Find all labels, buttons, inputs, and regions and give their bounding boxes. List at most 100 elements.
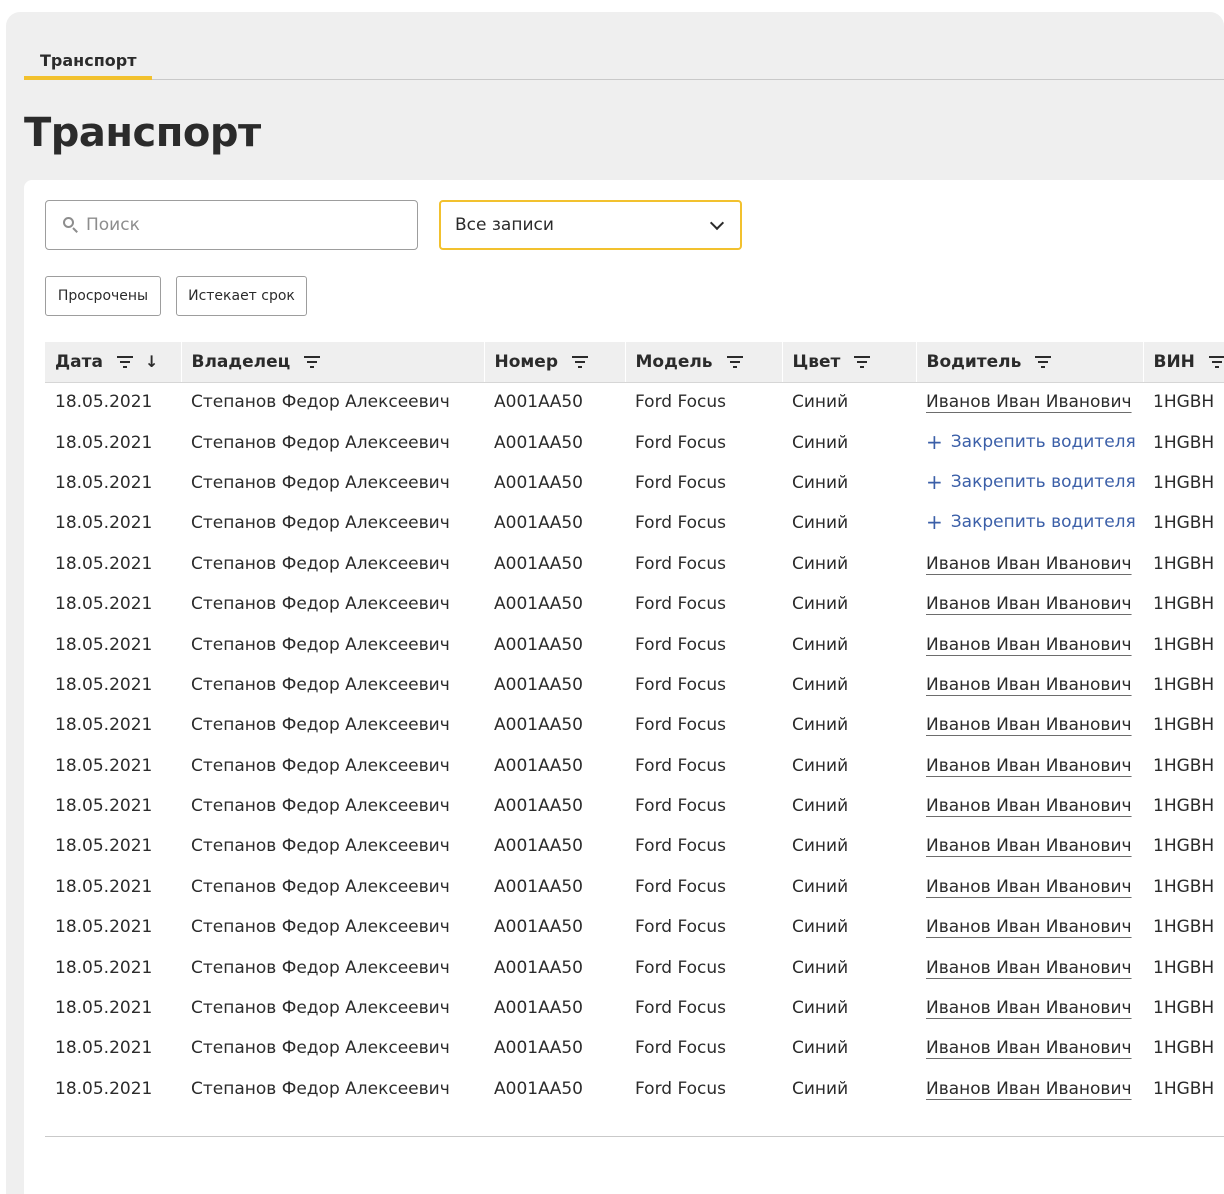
filter-icon[interactable] [1208, 355, 1224, 368]
cell-vin: 1HGBH [1153, 392, 1215, 413]
page-title: Транспорт [24, 110, 261, 156]
cell-number: А001АА50 [494, 1038, 583, 1059]
table-row[interactable]: 18.05.2021 Степанов Федор Алексеевич А001А… [45, 544, 1224, 584]
driver-link[interactable]: Иванов Иван Иванович [926, 1079, 1132, 1099]
table-row[interactable]: 18.05.2021 Степанов Федор Алексеевич А001А… [45, 624, 1224, 664]
assign-driver-link[interactable]: + Закрепить водителя [926, 512, 1136, 532]
column-header-vin[interactable]: ВИН [1142, 342, 1224, 383]
table-row[interactable]: 18.05.2021 Степанов Федор Алексеевич А001А… [45, 746, 1224, 786]
plus-icon: + [926, 429, 943, 454]
filter-icon[interactable] [116, 355, 133, 368]
cell-number: А001АА50 [494, 674, 583, 695]
cell-model: Ford Focus [635, 392, 727, 413]
cell-owner: Степанов Федор Алексеевич [191, 1038, 450, 1059]
cell-date: 18.05.2021 [55, 836, 153, 857]
cell-owner: Степанов Федор Алексеевич [191, 917, 450, 938]
filter-icon[interactable] [572, 355, 589, 368]
cell-model: Ford Focus [635, 1038, 727, 1059]
filter-icon[interactable] [1035, 355, 1052, 368]
filter-icon[interactable] [854, 355, 871, 368]
table-row[interactable]: 18.05.2021 Степанов Федор Алексеевич А001А… [45, 503, 1224, 543]
cell-driver: Иванов Иван Иванович [916, 665, 1143, 705]
table-row[interactable]: 18.05.2021 Степанов Федор Алексеевич А001А… [45, 463, 1224, 503]
table-row[interactable]: 18.05.2021 Степанов Федор Алексеевич А001А… [45, 705, 1224, 745]
filter-chip-expiring[interactable]: Истекает срок [176, 276, 307, 316]
column-header-number[interactable]: Номер [483, 342, 625, 383]
cell-vin: 1HGBH [1153, 432, 1215, 453]
table-row[interactable]: 18.05.2021 Степанов Федор Алексеевич А001А… [45, 584, 1224, 624]
cell-color: Синий [792, 876, 849, 897]
cell-color: Синий [792, 755, 849, 776]
cell-date: 18.05.2021 [55, 513, 153, 534]
cell-owner: Степанов Федор Алексеевич [191, 392, 450, 413]
driver-link[interactable]: Иванов Иван Иванович [926, 958, 1132, 978]
cell-owner: Степанов Федор Алексеевич [191, 1078, 450, 1099]
search-box[interactable] [45, 200, 418, 250]
column-header-color[interactable]: Цвет [781, 342, 916, 383]
cell-owner: Степанов Федор Алексеевич [191, 796, 450, 817]
column-header-date[interactable]: Дата ↓ [45, 342, 181, 383]
cell-model: Ford Focus [635, 957, 727, 978]
cell-vin: 1HGBH [1153, 917, 1215, 938]
cell-color: Синий [792, 553, 849, 574]
driver-link[interactable]: Иванов Иван Иванович [926, 554, 1132, 574]
cell-driver: Иванов Иван Иванович [916, 1028, 1143, 1068]
cell-driver: Иванов Иван Иванович [916, 705, 1143, 745]
driver-link[interactable]: Иванов Иван Иванович [926, 796, 1132, 816]
cell-color: Синий [792, 634, 849, 655]
driver-link[interactable]: Иванов Иван Иванович [926, 877, 1132, 897]
driver-link[interactable]: Иванов Иван Иванович [926, 675, 1132, 695]
driver-link[interactable]: Иванов Иван Иванович [926, 756, 1132, 776]
table-row[interactable]: 18.05.2021 Степанов Федор Алексеевич А001А… [45, 947, 1224, 987]
table-row[interactable]: 18.05.2021 Степанов Федор Алексеевич А001А… [45, 1069, 1224, 1109]
column-header-model[interactable]: Модель [624, 342, 782, 383]
cell-date: 18.05.2021 [55, 917, 153, 938]
driver-link[interactable]: Иванов Иван Иванович [926, 917, 1132, 937]
tab-transport[interactable]: Транспорт [24, 46, 153, 80]
driver-link[interactable]: Иванов Иван Иванович [926, 715, 1132, 735]
arrow-down-icon[interactable]: ↓ [145, 353, 158, 370]
assign-driver-link[interactable]: + Закрепить водителя [926, 432, 1136, 452]
cell-number: А001АА50 [494, 594, 583, 615]
table-row[interactable]: 18.05.2021 Степанов Федор Алексеевич А001А… [45, 826, 1224, 866]
table-row[interactable]: 18.05.2021 Степанов Федор Алексеевич А001А… [45, 665, 1224, 705]
driver-link[interactable]: Иванов Иван Иванович [926, 998, 1132, 1018]
driver-link[interactable]: Иванов Иван Иванович [926, 836, 1132, 856]
filter-icon[interactable] [726, 355, 743, 368]
filter-icon[interactable] [304, 355, 321, 368]
cell-vin: 1HGBH [1153, 998, 1215, 1019]
driver-link[interactable]: Иванов Иван Иванович [926, 1038, 1132, 1058]
table-row[interactable]: 18.05.2021 Степанов Федор Алексеевич А001А… [45, 422, 1224, 462]
cell-owner: Степанов Федор Алексеевич [191, 634, 450, 655]
cell-owner: Степанов Федор Алексеевич [191, 836, 450, 857]
cell-color: Синий [792, 957, 849, 978]
records-select[interactable]: Все записи [439, 200, 742, 250]
search-input[interactable] [86, 215, 386, 235]
table-row[interactable]: 18.05.2021 Степанов Федор Алексеевич А001А… [45, 382, 1224, 422]
table-row[interactable]: 18.05.2021 Степанов Федор Алексеевич А001А… [45, 786, 1224, 826]
driver-link[interactable]: Иванов Иван Иванович [926, 635, 1132, 655]
driver-link[interactable]: Иванов Иван Иванович [926, 392, 1132, 412]
vehicles-table: Дата ↓ Владелец Номер Модель Цвет Водител… [45, 342, 1224, 1109]
cell-number: А001АА50 [494, 917, 583, 938]
search-icon [62, 216, 80, 234]
cell-owner: Степанов Федор Алексеевич [191, 998, 450, 1019]
cell-vin: 1HGBH [1153, 796, 1215, 817]
driver-link[interactable]: Иванов Иван Иванович [926, 594, 1132, 614]
cell-driver: Иванов Иван Иванович [916, 988, 1143, 1028]
cell-vin: 1HGBH [1153, 594, 1215, 615]
cell-color: Синий [792, 1038, 849, 1059]
column-header-driver[interactable]: Водитель [915, 342, 1143, 383]
table-row[interactable]: 18.05.2021 Степанов Федор Алексеевич А001А… [45, 867, 1224, 907]
table-row[interactable]: 18.05.2021 Степанов Федор Алексеевич А001А… [45, 907, 1224, 947]
assign-driver-link[interactable]: + Закрепить водителя [926, 472, 1136, 492]
table-row[interactable]: 18.05.2021 Степанов Федор Алексеевич А001А… [45, 988, 1224, 1028]
table-row[interactable]: 18.05.2021 Степанов Федор Алексеевич А001А… [45, 1028, 1224, 1068]
cell-model: Ford Focus [635, 432, 727, 453]
cell-color: Синий [792, 1078, 849, 1099]
cell-date: 18.05.2021 [55, 796, 153, 817]
filter-chip-overdue[interactable]: Просрочены [45, 276, 161, 316]
column-header-owner[interactable]: Владелец [180, 342, 484, 383]
cell-vin: 1HGBH [1153, 957, 1215, 978]
cell-owner: Степанов Федор Алексеевич [191, 472, 450, 493]
